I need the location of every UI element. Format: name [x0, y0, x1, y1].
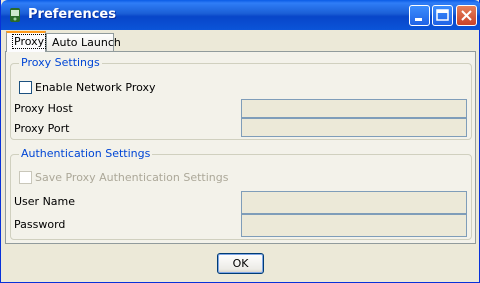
user-name-label: User Name: [14, 195, 76, 208]
authentication-settings-title: Authentication Settings: [19, 147, 153, 160]
password-field[interactable]: [241, 214, 467, 237]
proxy-host-field[interactable]: [241, 99, 467, 118]
tab-proxy-label: Proxy: [12, 34, 47, 49]
save-proxy-auth-checkbox[interactable]: [19, 171, 32, 184]
proxy-settings-title: Proxy Settings: [19, 56, 102, 69]
window-title: Preferences: [28, 7, 116, 22]
tab-strip: Proxy Auto Launch: [5, 31, 477, 52]
password-label: Password: [14, 218, 66, 231]
title-bar[interactable]: Preferences: [1, 0, 480, 30]
tab-auto-launch[interactable]: Auto Launch: [46, 33, 121, 51]
preferences-window: Preferences Proxy Auto Launch Proxy Sett…: [0, 0, 480, 283]
proxy-port-label: Proxy Port: [14, 122, 70, 135]
proxy-host-label: Proxy Host: [14, 102, 73, 115]
proxy-port-field[interactable]: [241, 118, 467, 137]
minimize-icon: [415, 18, 422, 21]
enable-network-proxy-label[interactable]: Enable Network Proxy: [35, 81, 156, 94]
tab-auto-launch-label: Auto Launch: [52, 36, 121, 49]
minimize-button[interactable]: [409, 5, 430, 26]
proxy-tab-panel: Proxy Settings Enable Network Proxy Prox…: [5, 51, 476, 244]
user-name-field[interactable]: [241, 191, 467, 214]
close-icon: [461, 10, 472, 21]
save-proxy-auth-label: Save Proxy Authentication Settings: [35, 171, 229, 184]
enable-network-proxy-checkbox[interactable]: [19, 81, 32, 94]
ok-button[interactable]: OK: [217, 253, 264, 274]
maximize-button[interactable]: [432, 5, 453, 26]
tab-proxy[interactable]: Proxy: [6, 31, 47, 52]
maximize-icon: [436, 9, 449, 21]
app-icon: [7, 7, 23, 23]
close-button[interactable]: [456, 5, 477, 26]
